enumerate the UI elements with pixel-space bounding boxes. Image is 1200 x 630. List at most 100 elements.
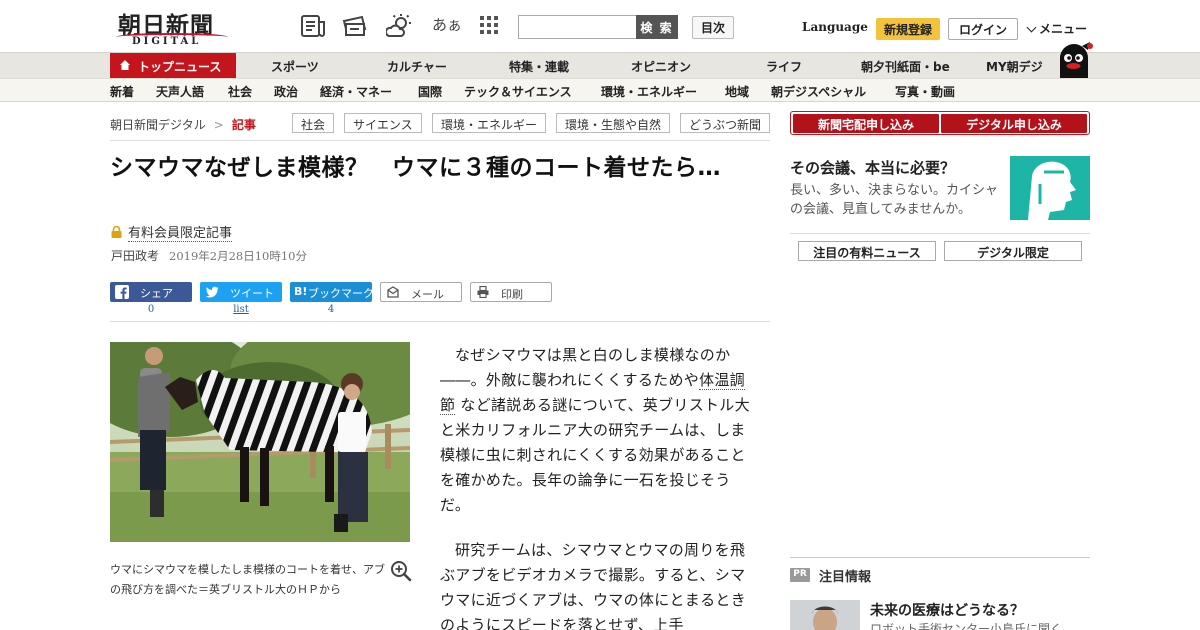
author-name: 戸田政考 bbox=[111, 249, 160, 263]
mail-icon bbox=[387, 286, 399, 298]
digital-subscription-button[interactable]: デジタル申し込み bbox=[941, 114, 1087, 133]
pr-subtitle[interactable]: ロボット手術センター小島氏に聞く bbox=[870, 620, 1062, 630]
mail-share-button[interactable]: メール bbox=[380, 282, 462, 302]
nav-item-culture[interactable]: カルチャー bbox=[387, 58, 447, 75]
home-icon bbox=[120, 60, 130, 70]
menu-link[interactable]: メニュー bbox=[1026, 20, 1088, 37]
logo-subtext: DIGITAL bbox=[132, 36, 202, 47]
person-photo bbox=[790, 600, 860, 630]
tag-animal-news[interactable]: どうぶつ新聞 bbox=[680, 113, 771, 133]
divider bbox=[110, 321, 770, 322]
divider bbox=[790, 557, 1090, 558]
twitter-icon bbox=[205, 286, 219, 298]
mail-share-label: メール bbox=[411, 288, 444, 301]
twitter-share-label: ツイート bbox=[230, 287, 274, 300]
login-button[interactable]: ログイン bbox=[948, 18, 1018, 40]
profile-silhouette-icon bbox=[1028, 161, 1076, 220]
twitter-share-button[interactable]: ツイート bbox=[200, 282, 282, 302]
hatena-bookmark-button[interactable]: B! ブックマーク bbox=[290, 282, 374, 302]
facebook-share-button[interactable]: シェア bbox=[110, 282, 192, 302]
register-button[interactable]: 新規登録 bbox=[876, 18, 940, 40]
article-photo[interactable] bbox=[110, 342, 410, 542]
search-button[interactable]: 検 索 bbox=[636, 15, 678, 39]
toc-button[interactable]: 目次 bbox=[692, 16, 734, 39]
subnav-item-politics[interactable]: 政治 bbox=[274, 83, 298, 100]
subnav-item-photo-video[interactable]: 写真・動画 bbox=[895, 83, 955, 100]
members-only-text: 有料会員限定記事 bbox=[128, 226, 233, 242]
tag-ecology[interactable]: 環境・生態や自然 bbox=[556, 113, 671, 133]
breadcrumb: 朝日新聞デジタル > 記事 bbox=[110, 116, 256, 133]
subscribe-box: 新聞宅配申し込み デジタル申し込み bbox=[790, 111, 1090, 135]
zoom-in-icon[interactable] bbox=[390, 560, 412, 582]
coupon-icon[interactable] bbox=[342, 14, 368, 38]
language-link[interactable]: Language bbox=[802, 20, 868, 34]
font-size-icon[interactable]: あぁ bbox=[432, 14, 462, 38]
newspaper-icon[interactable] bbox=[300, 14, 326, 38]
horse-zebra-coat-photo bbox=[110, 342, 410, 542]
mascot-icon[interactable] bbox=[1054, 42, 1094, 80]
ad-title[interactable]: その会議、本当に必要？ bbox=[790, 157, 955, 178]
byline: 戸田政考 2019年2月28日10時10分 bbox=[111, 247, 307, 264]
tab-digital-only[interactable]: デジタル限定 bbox=[944, 241, 1082, 261]
article-headline: シマウマなぜしま模様？ ウマに３種のコート着せたら… bbox=[110, 155, 721, 181]
subnav-item-special[interactable]: 朝デジスペシャル bbox=[771, 83, 866, 100]
subnav-item-economy[interactable]: 経済・マネー bbox=[320, 83, 392, 100]
photo-caption: ウマにシマウマを模したしま模様のコートを着せ、アブの飛び方を調べた＝英ブリストル… bbox=[110, 563, 385, 596]
subnav-item-international[interactable]: 国際 bbox=[418, 83, 442, 100]
main-nav: トップニュース スポーツ カルチャー 特集・連載 オピニオン ライフ 朝夕刊紙面… bbox=[0, 52, 1200, 79]
nav-item-sports[interactable]: スポーツ bbox=[271, 58, 319, 75]
breadcrumb-current: 記事 bbox=[231, 118, 256, 132]
print-label: 印刷 bbox=[501, 288, 523, 301]
pr-badge: PR bbox=[790, 568, 810, 582]
article-paragraph: なぜシマウマは黒と白のしま模様なのか――。外敵に襲われにくくするためや体温調節 … bbox=[440, 343, 752, 518]
nav-top-news-label: トップニュース bbox=[138, 60, 222, 74]
subnav-item-regional[interactable]: 地域 bbox=[725, 83, 749, 100]
nav-item-features[interactable]: 特集・連載 bbox=[509, 58, 569, 75]
nav-item-life[interactable]: ライフ bbox=[766, 58, 802, 75]
pr-title[interactable]: 未来の医療はどうなる？ bbox=[870, 600, 1024, 620]
hatena-bookmark-count: 4 bbox=[327, 304, 335, 315]
article-paragraph: 研究チームは、シマウマとウマの周りを飛ぶアブをビデオカメラで撮影。すると、シマウ… bbox=[440, 541, 747, 630]
tag-science[interactable]: サイエンス bbox=[344, 113, 422, 133]
ad-image[interactable] bbox=[1010, 156, 1090, 220]
grid-icon[interactable] bbox=[478, 14, 504, 38]
sub-nav: 新着 天声人語 社会 政治 経済・マネー 国際 テック＆サイエンス 環境・エネル… bbox=[0, 78, 1200, 102]
members-only-label[interactable]: 有料会員限定記事 bbox=[111, 222, 233, 242]
paragraph-text: なぜシマウマは黒と白のしま模様なのか――。外敵に襲われにくくするためや bbox=[440, 346, 731, 389]
nav-item-opinion[interactable]: オピニオン bbox=[631, 58, 691, 75]
facebook-icon bbox=[115, 285, 129, 299]
facebook-share-count: 0 bbox=[147, 304, 155, 315]
chevron-down-icon bbox=[1026, 22, 1037, 33]
twitter-list-link[interactable]: list bbox=[200, 304, 282, 315]
paragraph-text: など諸説ある謎について、英ブリストル大と米カリフォルニア大の研究チームは、しま模… bbox=[440, 396, 750, 514]
breadcrumb-separator: > bbox=[213, 118, 224, 132]
tab-featured-paid-news[interactable]: 注目の有料ニュース bbox=[798, 241, 936, 261]
subnav-item-tech-science[interactable]: テック＆サイエンス bbox=[464, 83, 572, 100]
pr-heading: 注目情報 bbox=[819, 570, 872, 585]
subnav-item-new[interactable]: 新着 bbox=[110, 83, 134, 100]
subnav-item-environment[interactable]: 環境・エネルギー bbox=[601, 83, 697, 100]
nav-item-paper[interactable]: 朝夕刊紙面・be bbox=[861, 58, 950, 75]
facebook-share-label: シェア bbox=[140, 287, 173, 300]
nav-item-my-asadigi[interactable]: MY朝デジ bbox=[986, 58, 1043, 75]
search-input[interactable] bbox=[518, 15, 637, 39]
pr-thumbnail[interactable] bbox=[790, 600, 860, 630]
hatena-bookmark-icon: B! bbox=[294, 285, 308, 298]
tag-society[interactable]: 社会 bbox=[292, 113, 335, 133]
hatena-bookmark-label: ブックマーク bbox=[308, 287, 374, 300]
lock-icon bbox=[111, 226, 122, 238]
nav-top-news[interactable]: トップニュース bbox=[110, 53, 236, 79]
tag-environment-energy[interactable]: 環境・エネルギー bbox=[432, 113, 547, 133]
asahi-digital-logo[interactable]: 朝日新聞 DIGITAL bbox=[114, 6, 230, 48]
subnav-item-society[interactable]: 社会 bbox=[228, 83, 252, 100]
subnav-item-tensei[interactable]: 天声人語 bbox=[156, 83, 204, 100]
ad-description[interactable]: 長い、多い、決まらない。カイシャの会議、見直してみませんか。 bbox=[790, 181, 1006, 219]
weather-icon[interactable] bbox=[384, 14, 412, 38]
print-button[interactable]: 印刷 bbox=[470, 282, 552, 302]
divider bbox=[110, 140, 770, 141]
breadcrumb-home[interactable]: 朝日新聞デジタル bbox=[110, 118, 206, 132]
menu-label: メニュー bbox=[1039, 22, 1088, 36]
paper-subscription-button[interactable]: 新聞宅配申し込み bbox=[793, 114, 939, 133]
divider bbox=[790, 233, 1090, 234]
print-icon bbox=[477, 286, 489, 298]
